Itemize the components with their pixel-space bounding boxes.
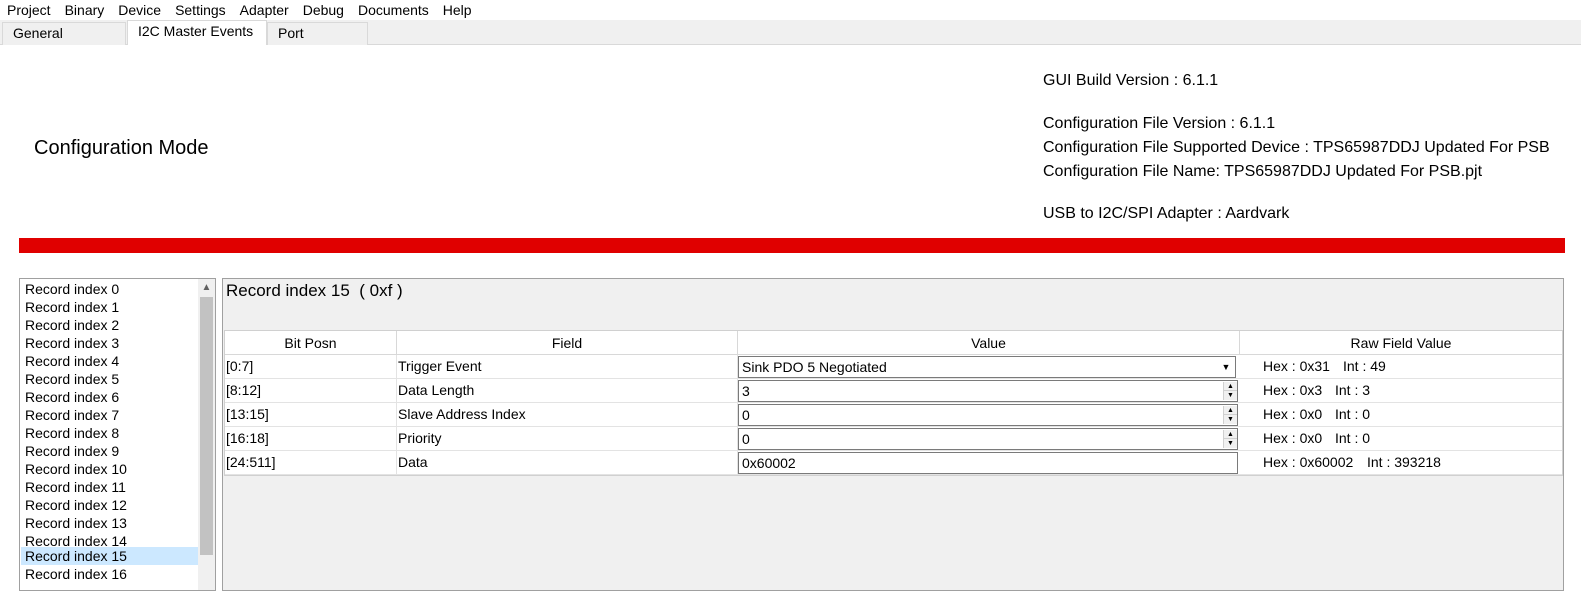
spin-down-icon[interactable]: ▼: [1224, 415, 1237, 424]
field-cell: Priority: [397, 427, 738, 451]
record-item-16[interactable]: Record index 16: [21, 565, 199, 583]
raw-int-value: Int : 0: [1335, 406, 1371, 422]
status-bar: [19, 238, 1565, 253]
table-row: [24:511] Data 0x60002 Hex : 0x60002 Int …: [225, 451, 1562, 475]
field-cell: Trigger Event: [397, 355, 738, 379]
slave-address-index-value: 0: [742, 407, 750, 423]
data-input[interactable]: 0x60002: [738, 452, 1238, 474]
spin-down-icon[interactable]: ▼: [1224, 439, 1237, 448]
record-item-12[interactable]: Record index 12: [21, 496, 199, 514]
priority-value: 0: [742, 431, 750, 447]
menu-adapter[interactable]: Adapter: [233, 0, 296, 20]
raw-hex-value: Hex : 0x60002: [1263, 454, 1354, 470]
table-row: [0:7] Trigger Event Sink PDO 5 Negotiate…: [225, 355, 1562, 379]
bit-posn-cell: [0:7]: [225, 355, 397, 379]
raw-hex-value: Hex : 0x0: [1263, 406, 1323, 422]
record-item-3[interactable]: Record index 3: [21, 334, 199, 352]
spin-up-icon[interactable]: ▲: [1224, 430, 1237, 439]
record-item-6[interactable]: Record index 6: [21, 388, 199, 406]
priority-stepper[interactable]: 0 ▲ ▼: [738, 428, 1238, 450]
mode-title: Configuration Mode: [34, 137, 209, 159]
record-list: Record index 0 Record index 1 Record ind…: [19, 278, 216, 591]
adapter-info: USB to I2C/SPI Adapter : Aardvark: [1043, 205, 1290, 222]
data-length-stepper[interactable]: 3 ▲ ▼: [738, 380, 1238, 402]
record-item-7[interactable]: Record index 7: [21, 406, 199, 424]
record-item-0[interactable]: Record index 0: [21, 280, 199, 298]
config-file-name: Configuration File Name: TPS65987DDJ Upd…: [1043, 163, 1483, 180]
record-item-15[interactable]: Record index 15: [21, 547, 199, 565]
config-file-version: Configuration File Version : 6.1.1: [1043, 115, 1276, 132]
menu-debug[interactable]: Debug: [296, 0, 351, 20]
scroll-up-icon[interactable]: ▲: [198, 279, 215, 296]
record-item-5[interactable]: Record index 5: [21, 370, 199, 388]
spinner: ▲ ▼: [1223, 430, 1237, 448]
bit-posn-cell: [24:511]: [225, 451, 397, 475]
gui-build-version: GUI Build Version : 6.1.1: [1043, 72, 1219, 89]
menu-bar: Project Binary Device Settings Adapter D…: [0, 0, 1581, 20]
record-item-9[interactable]: Record index 9: [21, 442, 199, 460]
menu-settings[interactable]: Settings: [168, 0, 233, 20]
record-detail-panel: Record index 15 ( 0xf ) Bit Posn Field V…: [222, 278, 1564, 591]
spin-down-icon[interactable]: ▼: [1224, 391, 1237, 400]
record-item-10[interactable]: Record index 10: [21, 460, 199, 478]
menu-project[interactable]: Project: [0, 0, 58, 20]
menu-device[interactable]: Device: [111, 0, 168, 20]
record-item-13[interactable]: Record index 13: [21, 514, 199, 532]
record-item-1[interactable]: Record index 1: [21, 298, 199, 316]
column-field: Field: [397, 331, 738, 355]
table-row: [8:12] Data Length 3 ▲ ▼ Hex : 0x3 Int :…: [225, 379, 1562, 403]
raw-hex-value: Hex : 0x0: [1263, 430, 1323, 446]
scroll-thumb[interactable]: [200, 297, 213, 555]
column-raw-field-value: Raw Field Value: [1240, 331, 1562, 355]
data-length-value: 3: [742, 383, 750, 399]
spinner: ▲ ▼: [1223, 382, 1237, 400]
menu-binary[interactable]: Binary: [58, 0, 112, 20]
field-cell: Slave Address Index: [397, 403, 738, 427]
field-cell: Data Length: [397, 379, 738, 403]
record-list-scrollbar[interactable]: ▲: [198, 279, 215, 590]
raw-int-value: Int : 3: [1335, 382, 1371, 398]
tab-bar: General Settings I2C Master Events Port …: [0, 20, 1581, 62]
slave-address-index-stepper[interactable]: 0 ▲ ▼: [738, 404, 1238, 426]
raw-int-value: Int : 393218: [1367, 454, 1441, 470]
spin-up-icon[interactable]: ▲: [1224, 382, 1237, 391]
spin-up-icon[interactable]: ▲: [1224, 406, 1237, 415]
table-row: [13:15] Slave Address Index 0 ▲ ▼ Hex : …: [225, 403, 1562, 427]
field-grid: Bit Posn Field Value Raw Field Value [0:…: [224, 330, 1563, 476]
bit-posn-cell: [8:12]: [225, 379, 397, 403]
bit-posn-cell: [13:15]: [225, 403, 397, 427]
menu-help[interactable]: Help: [436, 0, 479, 20]
record-detail-title: Record index 15 ( 0xf ): [226, 281, 403, 300]
tab-general-settings[interactable]: General Settings: [2, 22, 126, 62]
chevron-down-icon[interactable]: ▼: [1219, 359, 1233, 375]
column-value: Value: [738, 331, 1240, 355]
record-item-11[interactable]: Record index 11: [21, 478, 199, 496]
field-cell: Data: [397, 451, 738, 475]
record-item-2[interactable]: Record index 2: [21, 316, 199, 334]
trigger-event-value: Sink PDO 5 Negotiated: [742, 359, 887, 375]
table-row: [16:18] Priority 0 ▲ ▼ Hex : 0x0 Int : 0: [225, 427, 1562, 451]
raw-hex-value: Hex : 0x3: [1263, 382, 1323, 398]
config-supported-device: Configuration File Supported Device : TP…: [1043, 139, 1550, 156]
tab-i2c-master-events[interactable]: I2C Master Events: [127, 20, 267, 46]
trigger-event-select[interactable]: Sink PDO 5 Negotiated ▼: [738, 356, 1236, 378]
raw-int-value: Int : 49: [1343, 358, 1386, 374]
tab-port-settings[interactable]: Port Settings: [267, 22, 368, 62]
raw-hex-value: Hex : 0x31: [1263, 358, 1330, 374]
raw-int-value: Int : 0: [1335, 430, 1371, 446]
column-bit-posn: Bit Posn: [225, 331, 397, 355]
data-value: 0x60002: [742, 455, 796, 471]
record-item-8[interactable]: Record index 8: [21, 424, 199, 442]
header-area: Configuration Mode GUI Build Version : 6…: [0, 45, 1581, 235]
spinner: ▲ ▼: [1223, 406, 1237, 424]
menu-documents[interactable]: Documents: [351, 0, 436, 20]
record-item-4[interactable]: Record index 4: [21, 352, 199, 370]
bit-posn-cell: [16:18]: [225, 427, 397, 451]
